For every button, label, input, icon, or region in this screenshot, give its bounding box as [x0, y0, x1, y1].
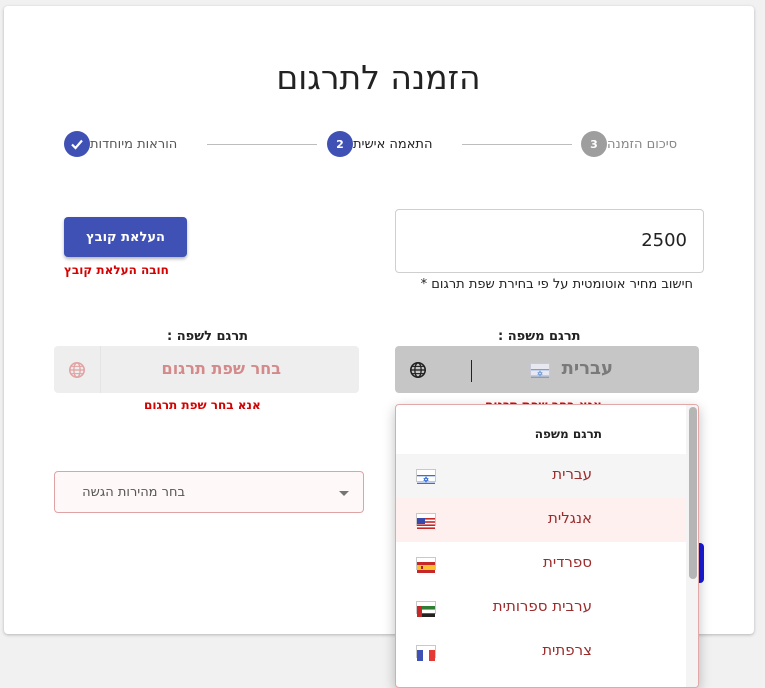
dropdown-option-hebrew[interactable]: עברית [396, 454, 686, 498]
dropdown-header: תרגם משפה [534, 427, 602, 441]
translate-to-select[interactable]: בחר שפת תרגום [54, 346, 359, 393]
delivery-speed-placeholder: בחר מהירות הגשה [82, 485, 185, 500]
language-dropdown: תרגם משפה עברית אנגלית ספרדית ערבית ספרו… [395, 404, 699, 688]
text-cursor [471, 360, 472, 382]
france-flag-icon [416, 645, 436, 661]
stepper-connector [207, 144, 317, 145]
dropdown-arrow-icon [339, 491, 349, 496]
translate-to-label: תרגם לשפה : [167, 329, 249, 344]
step-personalization[interactable]: התאמה אישית 2 [327, 130, 442, 158]
option-label: ספרדית [543, 553, 592, 571]
check-icon [64, 131, 90, 157]
step-number: 2 [327, 131, 353, 157]
step-order-summary[interactable]: סיכום הזמנה 3 [581, 130, 687, 158]
step-label: התאמה אישית [353, 136, 433, 152]
globe-icon [54, 346, 100, 393]
step-number: 3 [581, 131, 607, 157]
upload-file-button[interactable]: העלאת קובץ [64, 217, 187, 257]
step-label: הוראות מיוחדות [90, 136, 178, 152]
translate-from-select[interactable]: עברית [395, 346, 699, 393]
option-label: אנגלית [548, 509, 592, 527]
translate-to-placeholder: בחר שפת תרגום [161, 359, 281, 378]
stepper-connector [462, 144, 572, 145]
step-label: סיכום הזמנה [607, 136, 678, 152]
dropdown-option-english[interactable]: אנגלית [396, 498, 686, 542]
dropdown-option-spanish[interactable]: ספרדית [396, 542, 686, 586]
globe-divider [100, 346, 101, 393]
usa-flag-icon [416, 513, 436, 529]
uae-flag-icon [416, 601, 436, 617]
translate-to-error: אנא בחר שפת תרגום [144, 398, 261, 412]
translate-from-label: תרגם משפה : [498, 329, 581, 344]
translate-from-value: עברית [561, 358, 613, 379]
dropdown-option-arabic[interactable]: ערבית ספרותית [396, 586, 686, 630]
israel-flag-icon [530, 363, 550, 378]
price-note: חישוב מחיר אוטומטית על פי בחירת שפת תרגו… [420, 277, 693, 292]
option-label: ערבית ספרותית [492, 597, 592, 615]
scrollbar-thumb[interactable] [689, 407, 697, 579]
globe-icon [395, 346, 441, 393]
spain-flag-icon [416, 557, 436, 573]
delivery-speed-select[interactable]: בחר מהירות הגשה [54, 471, 364, 513]
page-title: הזמנה לתרגום [276, 58, 481, 97]
israel-flag-icon [416, 469, 436, 484]
upload-error-message: חובה העלאת קובץ [64, 263, 169, 277]
step-special-instructions[interactable]: הוראות מיוחדות [64, 130, 187, 158]
price-field[interactable]: 2500 [395, 209, 704, 273]
option-label: צרפתית [542, 641, 592, 659]
dropdown-option-french[interactable]: צרפתית [396, 630, 686, 674]
option-label: עברית [552, 465, 592, 483]
